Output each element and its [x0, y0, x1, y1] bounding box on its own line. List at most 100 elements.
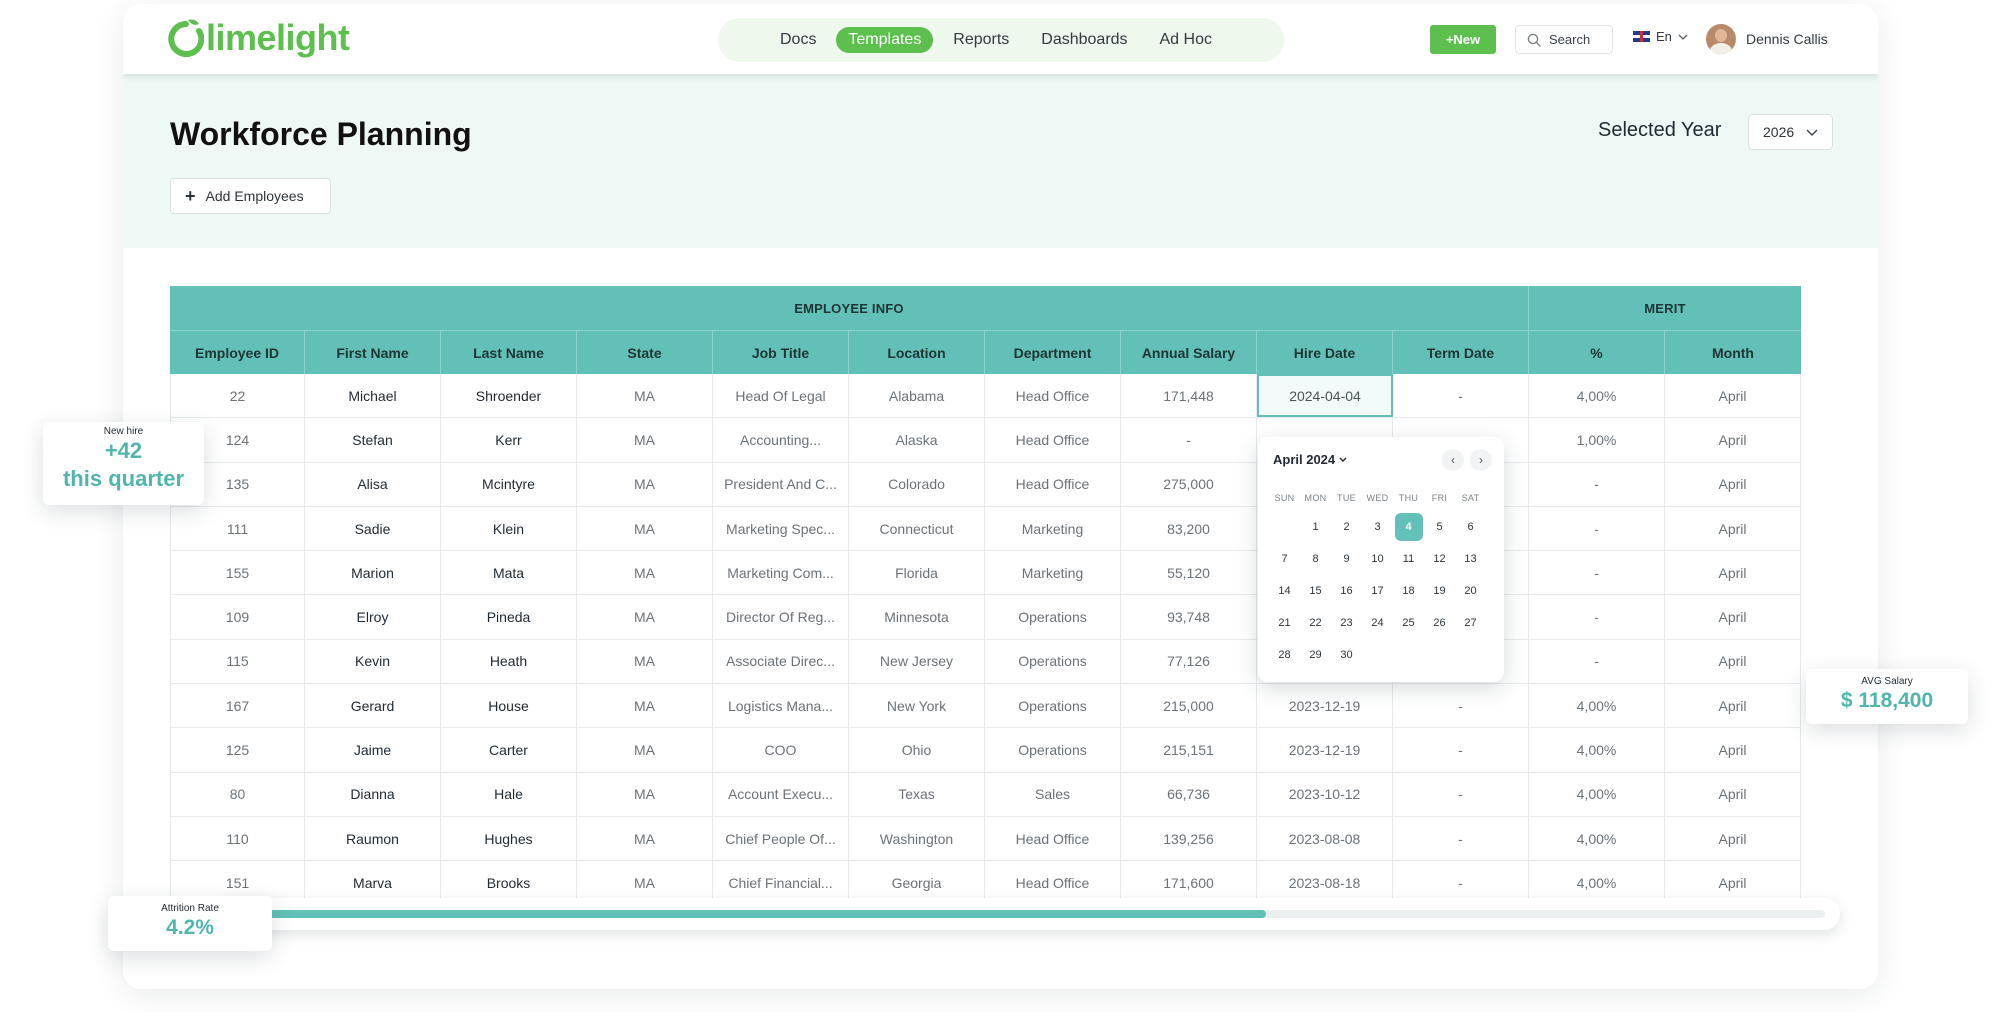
calendar-day[interactable]: 21: [1269, 607, 1300, 639]
table-cell[interactable]: Alaska: [849, 418, 985, 462]
calendar-day[interactable]: 15: [1300, 575, 1331, 607]
table-row[interactable]: 80 Dianna Hale MA Account Execu... Texas Sales…: [170, 772, 1801, 817]
calendar-day[interactable]: 12: [1424, 543, 1455, 575]
table-cell[interactable]: MA: [577, 595, 713, 639]
calendar-day[interactable]: 2: [1331, 511, 1362, 543]
table-row[interactable]: 135 Alisa Mcintyre MA President And C... Colo…: [170, 462, 1801, 507]
table-cell[interactable]: -: [1393, 374, 1529, 418]
calendar-day[interactable]: 29: [1300, 639, 1331, 671]
table-cell[interactable]: MA: [577, 551, 713, 595]
table-cell[interactable]: April: [1665, 684, 1801, 728]
table-cell[interactable]: Accounting...: [713, 418, 849, 462]
calendar-day[interactable]: 1: [1300, 511, 1331, 543]
new-button[interactable]: +New: [1430, 25, 1496, 54]
table-cell[interactable]: Carter: [441, 728, 577, 772]
table-cell[interactable]: 109: [170, 595, 305, 639]
table-cell[interactable]: Stefan: [305, 418, 441, 462]
table-cell[interactable]: Mcintyre: [441, 462, 577, 506]
table-cell[interactable]: New York: [849, 684, 985, 728]
table-cell[interactable]: Marion: [305, 551, 441, 595]
add-employees-button[interactable]: + Add Employees: [170, 178, 331, 214]
table-cell[interactable]: 155: [170, 551, 305, 595]
table-cell[interactable]: Marketing: [985, 551, 1121, 595]
table-cell[interactable]: MA: [577, 462, 713, 506]
table-cell[interactable]: Heath: [441, 639, 577, 684]
table-cell[interactable]: MA: [577, 772, 713, 816]
calendar-day[interactable]: 18: [1393, 575, 1424, 607]
user-menu[interactable]: Dennis Callis: [1706, 24, 1828, 54]
table-cell[interactable]: Raumon: [305, 816, 441, 861]
table-row[interactable]: 111 Sadie Klein MA Marketing Spec... Connecti…: [170, 506, 1801, 552]
table-cell[interactable]: April: [1665, 374, 1801, 418]
table-cell[interactable]: 139,256: [1121, 816, 1257, 861]
calendar-day[interactable]: 5: [1424, 511, 1455, 543]
table-cell[interactable]: House: [441, 684, 577, 728]
table-row[interactable]: 155 Marion Mata MA Marketing Com... Florida Ma…: [170, 551, 1801, 596]
nav-item-reports[interactable]: Reports: [941, 27, 1021, 53]
column-header[interactable]: Term Date: [1393, 330, 1529, 374]
calendar-day[interactable]: 9: [1331, 543, 1362, 575]
table-cell[interactable]: Kerr: [441, 418, 577, 462]
table-cell[interactable]: -: [1393, 816, 1529, 861]
table-cell[interactable]: -: [1529, 551, 1665, 595]
table-cell[interactable]: Marketing Spec...: [713, 506, 849, 551]
table-cell[interactable]: Associate Direc...: [713, 639, 849, 684]
table-cell[interactable]: Marketing Com...: [713, 551, 849, 595]
calendar-day[interactable]: 27: [1455, 607, 1486, 639]
table-cell[interactable]: -: [1393, 772, 1529, 816]
table-cell[interactable]: Head Office: [985, 462, 1121, 506]
table-cell[interactable]: 4,00%: [1529, 816, 1665, 861]
nav-item-docs[interactable]: Docs: [768, 27, 828, 53]
table-cell[interactable]: -: [1529, 639, 1665, 684]
table-cell[interactable]: 215,151: [1121, 728, 1257, 772]
table-cell[interactable]: April: [1665, 462, 1801, 506]
table-row[interactable]: 109 Elroy Pineda MA Director Of Reg... Minnes…: [170, 595, 1801, 640]
horizontal-scrollbar[interactable]: [220, 898, 1840, 930]
table-cell[interactable]: Alisa: [305, 462, 441, 506]
calendar-day[interactable]: 14: [1269, 575, 1300, 607]
calendar-day[interactable]: 30: [1331, 639, 1362, 671]
nav-item-templates[interactable]: Templates: [836, 27, 934, 53]
table-cell[interactable]: Dianna: [305, 772, 441, 816]
table-cell[interactable]: MA: [577, 728, 713, 772]
table-cell[interactable]: -: [1393, 728, 1529, 772]
table-cell[interactable]: 2023-12-19: [1257, 684, 1393, 728]
table-cell[interactable]: Logistics Mana...: [713, 684, 849, 728]
calendar-day[interactable]: 22: [1300, 607, 1331, 639]
table-cell[interactable]: Operations: [985, 728, 1121, 772]
table-cell[interactable]: MA: [577, 816, 713, 861]
table-cell[interactable]: MA: [577, 418, 713, 462]
table-cell[interactable]: -: [1529, 506, 1665, 551]
table-cell[interactable]: Marketing: [985, 506, 1121, 551]
nav-item-ad-hoc[interactable]: Ad Hoc: [1148, 27, 1224, 53]
table-cell[interactable]: Klein: [441, 506, 577, 551]
table-cell[interactable]: April: [1665, 551, 1801, 595]
scrollbar-track[interactable]: [250, 910, 1825, 918]
calendar-day[interactable]: 10: [1362, 543, 1393, 575]
table-cell[interactable]: Sadie: [305, 506, 441, 551]
table-cell[interactable]: 4,00%: [1529, 772, 1665, 816]
column-header[interactable]: Job Title: [713, 330, 849, 374]
table-cell[interactable]: Minnesota: [849, 595, 985, 639]
table-cell[interactable]: 1,00%: [1529, 418, 1665, 462]
table-cell[interactable]: 66,736: [1121, 772, 1257, 816]
table-cell[interactable]: Texas: [849, 772, 985, 816]
table-cell[interactable]: Gerard: [305, 684, 441, 728]
scrollbar-thumb[interactable]: [250, 910, 1266, 918]
table-cell[interactable]: 93,748: [1121, 595, 1257, 639]
table-cell[interactable]: 2023-12-19: [1257, 728, 1393, 772]
table-cell[interactable]: President And C...: [713, 462, 849, 506]
table-cell[interactable]: 215,000: [1121, 684, 1257, 728]
calendar-day[interactable]: 24: [1362, 607, 1393, 639]
table-row[interactable]: 22 Michael Shroender MA Head Of Legal Alabama…: [170, 374, 1801, 419]
table-cell[interactable]: 77,126: [1121, 639, 1257, 684]
table-cell[interactable]: 2023-10-12: [1257, 772, 1393, 816]
table-cell[interactable]: Head Office: [985, 374, 1121, 418]
hire-date-input[interactable]: 2024-04-04: [1257, 374, 1393, 418]
table-cell[interactable]: 110: [170, 816, 305, 861]
table-cell[interactable]: 171,448: [1121, 374, 1257, 418]
table-cell[interactable]: April: [1665, 639, 1801, 684]
column-header[interactable]: Annual Salary: [1121, 330, 1257, 374]
table-cell[interactable]: Director Of Reg...: [713, 595, 849, 639]
table-cell[interactable]: Operations: [985, 684, 1121, 728]
